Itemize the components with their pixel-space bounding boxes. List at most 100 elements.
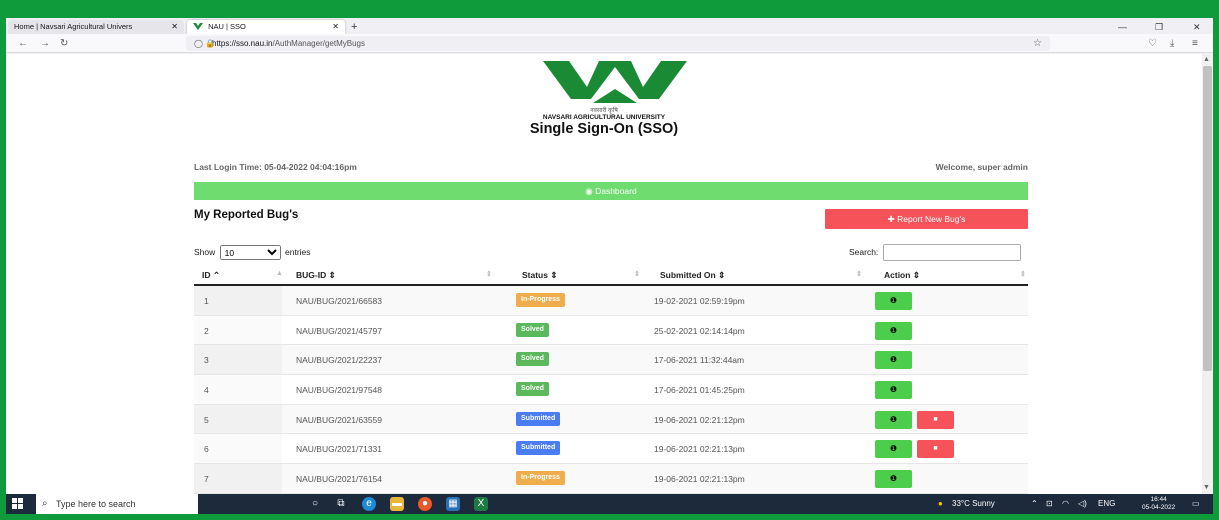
volume-icon[interactable]: ◁)	[1078, 494, 1087, 514]
view-info-button[interactable]: ❶	[875, 321, 912, 340]
navigation-bar: ← → ↻ ◯ 🔒 https://sso.nau.in/AuthManager…	[6, 34, 1213, 53]
restore-icon[interactable]: ❐	[1155, 20, 1163, 34]
row-bug-id: NAU/BUG/2021/97548	[296, 385, 382, 396]
tab-home[interactable]: Home | Navsari Agricultural Univers ✕	[8, 20, 184, 34]
row-submitted-on: 25-02-2021 02:14:14pm	[654, 325, 745, 336]
university-script-text: नवसारी कृषि	[590, 108, 618, 114]
table-row: 4 NAU/BUG/2021/97548 Solved 17-06-2021 01:4…	[194, 375, 1028, 405]
view-info-button[interactable]: ❶	[875, 292, 912, 310]
view-info-button[interactable]: ❶	[875, 470, 912, 489]
url-path: /AuthManager/getMyBugs	[272, 39, 365, 48]
info-icon: ❶	[889, 296, 898, 305]
tray-chevron-icon[interactable]: ⌃	[1031, 494, 1038, 514]
dashboard-link[interactable]: ◉ Dashboard	[194, 182, 1028, 200]
bugs-table: ID ⌃ ▲ BUG-ID ⇕ ⇕ Status ⇕ ⇕ Submitted O…	[194, 264, 1028, 494]
tab-title: NAU | SSO	[208, 22, 246, 31]
info-icon: ❶	[889, 474, 898, 484]
firefox-icon[interactable]: ●	[418, 497, 432, 511]
view-info-button[interactable]: ❶	[875, 410, 912, 429]
status-badge: Solved	[516, 382, 549, 397]
reload-icon[interactable]: ↻	[60, 37, 68, 50]
file-explorer-icon[interactable]: ▬	[390, 497, 404, 511]
network-icon[interactable]: ⊡	[1046, 494, 1053, 514]
table-body: 1 NAU/BUG/2021/66583 In-Progress 19-02-2021…	[194, 286, 1028, 494]
row-id: 7	[204, 474, 209, 485]
row-bug-id: NAU/BUG/2021/66583	[296, 296, 382, 306]
table-header: ID ⌃ ▲ BUG-ID ⇕ ⇕ Status ⇕ ⇕ Submitted O…	[194, 264, 1028, 286]
pocket-icon[interactable]: ♡	[1148, 37, 1157, 50]
vertical-scrollbar[interactable]: ▲ ▼	[1202, 54, 1213, 494]
page-content: नवसारी कृषि NAVSARI AGRICULTURAL UNIVERS…	[6, 54, 1202, 494]
new-tab-button[interactable]: +	[351, 20, 357, 34]
page-title: Single Sign-On (SSO)	[529, 121, 679, 137]
notifications-icon[interactable]: ▭	[1192, 494, 1200, 514]
column-label: Action	[884, 270, 911, 280]
nau-favicon-icon	[193, 23, 203, 31]
download-icon[interactable]: ⤓	[1170, 37, 1174, 50]
delete-button[interactable]: ■	[917, 440, 954, 459]
system-clock[interactable]: 16:44 05-04-2022	[1142, 496, 1175, 512]
clock-date: 05-04-2022	[1142, 504, 1176, 511]
report-button-label: Report New Bug's	[897, 214, 966, 224]
status-badge: Submitted	[516, 411, 561, 426]
column-header-action[interactable]: Action ⇕	[884, 270, 920, 281]
address-bar[interactable]: ◯ 🔒 https://sso.nau.in/AuthManager/getMy…	[186, 36, 1050, 51]
search-input[interactable]	[882, 244, 1021, 262]
column-header-submitted-on[interactable]: Submitted On ⇕	[660, 270, 725, 281]
back-icon[interactable]: ←	[18, 37, 28, 50]
search-control: Search:	[849, 243, 1021, 262]
minimize-icon[interactable]: —	[1118, 20, 1127, 34]
scroll-up-icon[interactable]: ▲	[1203, 56, 1210, 63]
tab-sso[interactable]: NAU | SSO ✕	[187, 20, 345, 34]
cortana-icon[interactable]: ○	[308, 497, 322, 511]
status-badge: Solved	[516, 322, 549, 337]
tab-title: Home | Navsari Agricultural Univers	[14, 22, 133, 31]
sort-asc-icon: ▲	[276, 270, 283, 277]
close-icon[interactable]: ✕	[171, 20, 178, 34]
browser-window: Home | Navsari Agricultural Univers ✕ NA…	[6, 18, 1213, 514]
sort-icon: ⇕	[634, 271, 640, 278]
report-new-bug-button[interactable]: ✚ Report New Bug's	[825, 209, 1028, 229]
row-submitted-on: 19-06-2021 02:21:12pm	[654, 414, 745, 425]
notepad-icon[interactable]: ▦	[446, 497, 460, 511]
task-view-icon[interactable]: ⧉	[334, 497, 348, 511]
scroll-down-icon[interactable]: ▼	[1203, 484, 1210, 491]
row-id: 6	[204, 444, 209, 455]
column-header-status[interactable]: Status ⇕	[522, 270, 557, 281]
info-icon: ❶	[889, 444, 898, 454]
last-login-time: Last Login Time: 05-04-2022 04:04:16pm	[194, 162, 357, 172]
info-icon: ❶	[889, 414, 898, 424]
wifi-icon[interactable]: ◠	[1062, 494, 1069, 514]
column-header-id[interactable]: ID ⌃	[202, 270, 220, 281]
row-submitted-on: 19-02-2021 02:59:19pm	[654, 296, 745, 306]
column-header-bug-id[interactable]: BUG-ID ⇕	[296, 270, 336, 281]
taskbar-search[interactable]: ⌕ Type here to search	[36, 494, 198, 514]
close-icon[interactable]: ✕	[332, 20, 339, 34]
welcome-message: Welcome, super admin	[935, 162, 1028, 172]
table-row: 7 NAU/BUG/2021/76154 In-Progress 19-06-2021…	[194, 464, 1028, 494]
windows-start-icon[interactable]	[12, 498, 24, 510]
weather-text[interactable]: 33°C Sunny	[952, 494, 995, 514]
status-badge: In-Progress	[516, 293, 565, 307]
bookmark-star-icon[interactable]: ☆	[1033, 36, 1042, 51]
entries-control: Show 10 entries	[194, 244, 311, 261]
forward-icon[interactable]: →	[40, 37, 50, 50]
info-icon: ❶	[889, 325, 898, 335]
column-label: Status	[522, 270, 548, 280]
view-info-button[interactable]: ❶	[875, 351, 912, 370]
language-indicator[interactable]: ENG	[1098, 494, 1115, 514]
close-window-icon[interactable]: ✕	[1193, 20, 1201, 34]
table-row: 5 NAU/BUG/2021/63559 Submitted 19-06-2021 0…	[194, 404, 1028, 435]
scroll-thumb[interactable]	[1203, 66, 1212, 371]
entries-select[interactable]: 10	[219, 245, 281, 261]
delete-button[interactable]: ■	[917, 410, 954, 429]
view-info-button[interactable]: ❶	[875, 440, 912, 459]
menu-icon[interactable]: ≡	[1192, 37, 1198, 50]
excel-icon[interactable]: X	[474, 497, 488, 511]
view-info-button[interactable]: ❶	[875, 381, 912, 400]
status-badge: Submitted	[516, 441, 561, 456]
taskbar-search-placeholder: Type here to search	[56, 499, 136, 509]
row-submitted-on: 17-06-2021 01:45:25pm	[654, 385, 745, 396]
taskbar: ⌕ Type here to search ○ ⧉ e ▬ ● ▦ X ● 33…	[6, 494, 1213, 514]
edge-icon[interactable]: e	[362, 497, 376, 511]
